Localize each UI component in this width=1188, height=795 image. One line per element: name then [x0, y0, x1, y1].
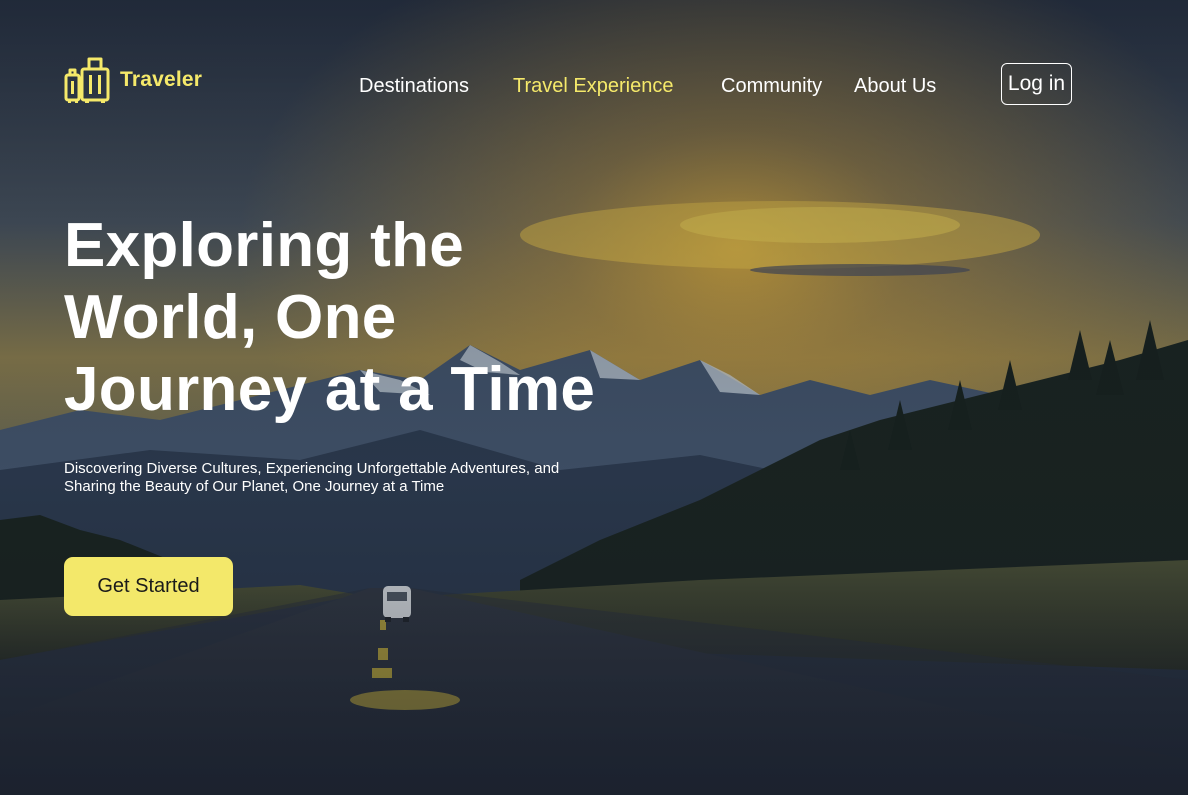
nav-item-about-us[interactable]: About Us [854, 72, 936, 100]
hero-subtitle: Discovering Diverse Cultures, Experienci… [64, 460, 560, 495]
nav-item-travel-experience[interactable]: Travel Experience [513, 72, 673, 100]
brand-logo[interactable]: Traveler [64, 56, 202, 104]
nav-item-community[interactable]: Community [721, 72, 822, 100]
login-button[interactable]: Log in [1001, 63, 1072, 105]
hero-title-line: World, One [64, 283, 397, 352]
get-started-button[interactable]: Get Started [64, 557, 233, 616]
hero-title-line: Journey at a Time [64, 355, 596, 424]
landing-page: Traveler Destinations Travel Experience … [0, 0, 1188, 795]
hero-title: Exploring the World, One Journey at a Ti… [64, 210, 624, 426]
nav-item-destinations[interactable]: Destinations [359, 72, 469, 100]
brand-name: Traveler [120, 68, 203, 91]
luggage-icon [64, 57, 110, 103]
hero-title-line: Exploring the [64, 211, 465, 280]
